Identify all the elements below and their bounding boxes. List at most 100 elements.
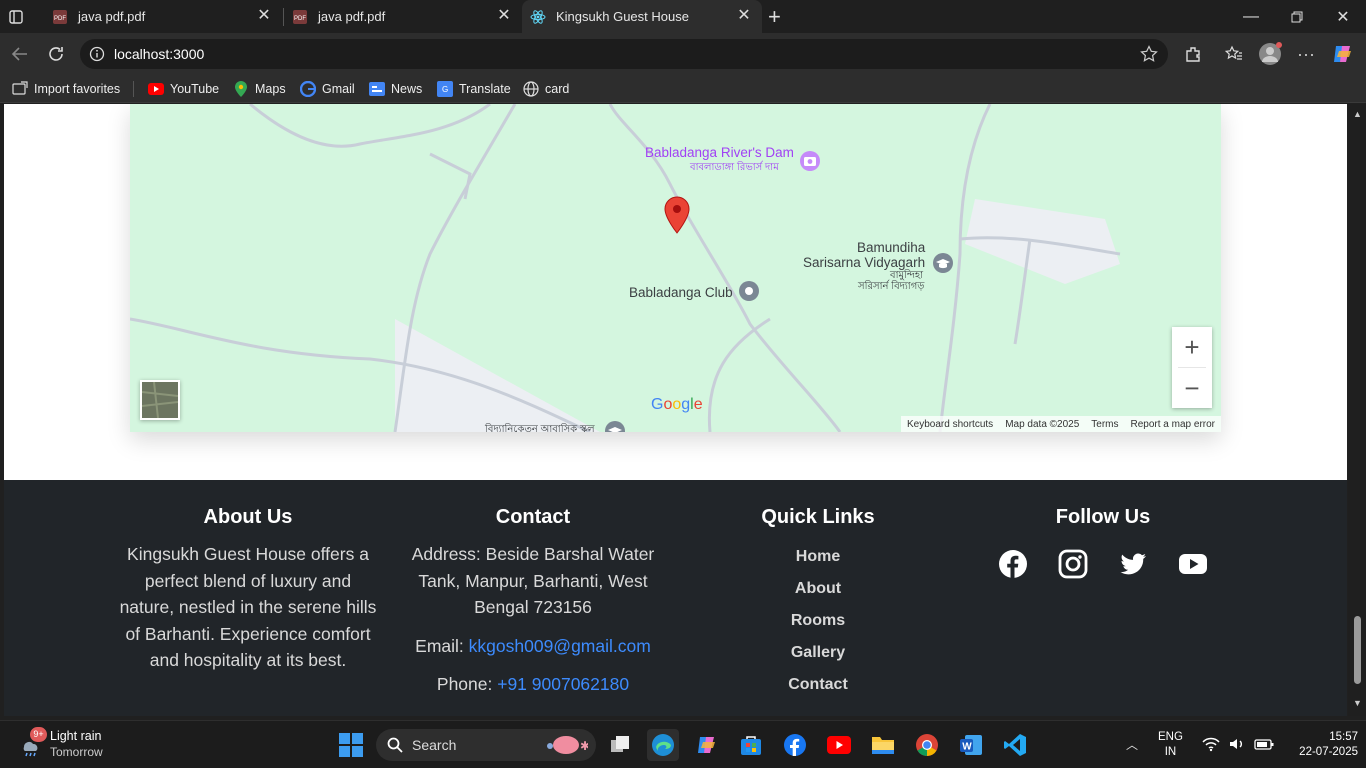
- favorite-star-icon[interactable]: [1140, 45, 1158, 66]
- bookmark-maps[interactable]: Maps: [233, 79, 286, 99]
- footer-link-home[interactable]: Home: [718, 541, 918, 573]
- footer-link-rooms[interactable]: Rooms: [718, 605, 918, 637]
- close-tab-icon[interactable]: ✕: [256, 8, 272, 24]
- tab-title: java pdf.pdf: [78, 9, 146, 24]
- bookmark-translate[interactable]: G Translate: [437, 79, 511, 99]
- copilot-icon[interactable]: [1331, 42, 1355, 66]
- contact-title: Contact: [495, 506, 571, 528]
- club-pin-icon[interactable]: [738, 280, 760, 311]
- word-app-icon[interactable]: W: [955, 729, 987, 761]
- search-icon: [387, 737, 403, 753]
- facebook-app-icon[interactable]: [779, 729, 811, 761]
- facebook-icon[interactable]: [998, 549, 1028, 584]
- restore-button[interactable]: [1274, 0, 1320, 33]
- instagram-icon[interactable]: [1058, 549, 1088, 584]
- favorites-bar: Import favorites YouTube Maps Gmail News…: [0, 75, 1366, 103]
- phone-link[interactable]: +91 9007062180: [497, 674, 629, 694]
- twitter-icon[interactable]: [1118, 549, 1148, 584]
- follow-title: Follow Us: [1055, 506, 1151, 528]
- youtube-icon[interactable]: [1178, 549, 1208, 584]
- profile-avatar[interactable]: [1258, 42, 1282, 66]
- youtube-app-icon[interactable]: [823, 729, 855, 761]
- weather-subtitle: Tomorrow: [50, 745, 103, 759]
- clock[interactable]: 15:57 22-07-2025: [1278, 730, 1358, 760]
- minimize-button[interactable]: —: [1228, 0, 1274, 33]
- start-button[interactable]: [335, 729, 367, 761]
- file-explorer-icon[interactable]: [867, 729, 899, 761]
- scroll-down-icon[interactable]: ▼: [1353, 698, 1362, 708]
- svg-text:PDF: PDF: [294, 16, 306, 22]
- taskbar-search-box[interactable]: Search ✱: [376, 729, 596, 761]
- maps-pin-icon: [233, 81, 249, 97]
- quick-links-title: Quick Links: [761, 506, 875, 528]
- site-footer: About Us Kingsukh Guest House offers a p…: [4, 480, 1347, 716]
- tab-kingsukh[interactable]: Kingsukh Guest House ✕: [522, 0, 762, 33]
- input-language-indicator[interactable]: ENG IN: [1158, 730, 1183, 760]
- report-error-link[interactable]: Report a map error: [1131, 419, 1215, 430]
- terms-link[interactable]: Terms: [1091, 419, 1118, 430]
- zoom-in-button[interactable]: +: [1172, 327, 1212, 367]
- keyboard-shortcuts-link[interactable]: Keyboard shortcuts: [907, 419, 993, 430]
- tab-java-pdf-1[interactable]: PDF java pdf.pdf ✕: [44, 0, 282, 33]
- tab-actions-button[interactable]: [8, 0, 36, 33]
- system-tray[interactable]: [1202, 736, 1274, 752]
- map-label-bottom: বিদ্যানিকেতন আবাসিক স্কুল: [485, 424, 595, 432]
- site-info-icon[interactable]: [89, 46, 105, 65]
- about-text: Kingsukh Guest House offers a perfect bl…: [119, 544, 377, 670]
- school-pin-icon[interactable]: [604, 420, 626, 432]
- clock-date: 22-07-2025: [1299, 746, 1358, 758]
- task-view-icon[interactable]: [604, 729, 636, 761]
- close-tab-icon[interactable]: ✕: [496, 8, 512, 24]
- page-scrollbar[interactable]: ▲ ▼: [1348, 104, 1366, 716]
- footer-link-contact[interactable]: Contact: [718, 669, 918, 701]
- embedded-google-map[interactable]: Babladanga River's Dam বাবলাডাঙ্গা রিভার…: [130, 104, 1221, 432]
- vscode-app-icon[interactable]: [999, 729, 1031, 761]
- footer-link-about[interactable]: About: [718, 573, 918, 605]
- email-link[interactable]: kkgosh009@gmail.com: [469, 636, 651, 656]
- chrome-app-icon[interactable]: [911, 729, 943, 761]
- map-label-school-bn2: সরিসার্ন বিদ্যাগড়: [858, 281, 925, 292]
- svg-text:PDF: PDF: [54, 16, 66, 22]
- store-app-icon[interactable]: [735, 729, 767, 761]
- refresh-icon[interactable]: [44, 42, 68, 66]
- youtube-icon: [148, 81, 164, 97]
- map-marker-icon[interactable]: [664, 196, 690, 239]
- close-window-button[interactable]: ✕: [1320, 0, 1366, 33]
- more-menu-icon[interactable]: ···: [1294, 42, 1318, 66]
- map-label-dam: Babladanga River's Dam: [645, 145, 794, 160]
- bookmark-divider: [133, 81, 134, 97]
- bookmark-label: Maps: [255, 82, 286, 96]
- footer-link-gallery[interactable]: Gallery: [718, 637, 918, 669]
- google-logo: Google: [651, 396, 703, 413]
- bookmark-news[interactable]: News: [369, 79, 422, 99]
- close-tab-icon[interactable]: ✕: [736, 8, 752, 24]
- copilot-app-icon[interactable]: [691, 729, 723, 761]
- address-bar[interactable]: localhost:3000: [80, 39, 1168, 69]
- volume-icon: [1230, 739, 1242, 749]
- camera-pin-icon[interactable]: [799, 150, 821, 181]
- satellite-toggle-button[interactable]: [140, 380, 180, 420]
- bookmark-label: YouTube: [170, 82, 220, 96]
- page-viewport: Babladanga River's Dam বাবলাডাঙ্গা রিভার…: [4, 104, 1347, 716]
- bookmark-youtube[interactable]: YouTube: [148, 79, 219, 99]
- scroll-up-icon[interactable]: ▲: [1353, 109, 1362, 119]
- scroll-thumb[interactable]: [1354, 616, 1361, 684]
- bookmark-import-favorites[interactable]: Import favorites: [12, 79, 120, 99]
- bookmark-card[interactable]: card: [523, 79, 569, 99]
- back-icon[interactable]: [8, 42, 32, 66]
- zoom-control: + −: [1172, 327, 1212, 408]
- react-icon: [530, 9, 546, 25]
- tab-java-pdf-2[interactable]: PDF java pdf.pdf ✕: [284, 0, 522, 33]
- extensions-icon[interactable]: [1181, 42, 1205, 66]
- zoom-out-button[interactable]: −: [1172, 368, 1212, 408]
- school-pin-icon[interactable]: [932, 252, 954, 283]
- weather-widget[interactable]: 9+ Light rain Tomorrow: [16, 727, 136, 761]
- show-hidden-icons-button[interactable]: ︿: [1126, 736, 1138, 753]
- map-label-club: Babladanga Club: [629, 285, 733, 300]
- bookmark-gmail[interactable]: Gmail: [300, 79, 355, 99]
- search-highlight-icon: ✱: [547, 736, 588, 754]
- map-label-school-1: Bamundiha: [857, 240, 926, 255]
- favorites-icon[interactable]: [1222, 42, 1246, 66]
- edge-app-icon[interactable]: [647, 729, 679, 761]
- new-tab-button[interactable]: +: [768, 0, 792, 33]
